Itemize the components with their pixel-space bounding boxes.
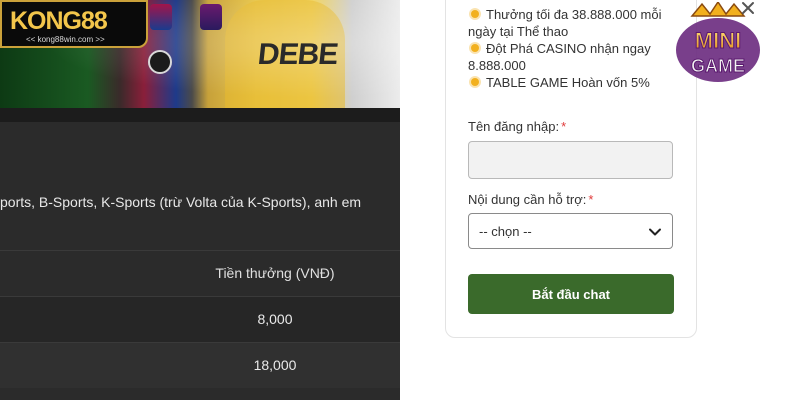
support-label: Nội dung cần hỗ trợ: *: [468, 192, 594, 207]
username-label: Tên đăng nhập: *: [468, 119, 567, 134]
username-input[interactable]: [468, 141, 673, 179]
promo-item: TABLE GAME Hoàn vốn 5%: [468, 74, 700, 91]
website-background: DEBE KONG88 << kong88win.com >> ports, B…: [0, 0, 400, 400]
promo-item: ngày tại Thể thao: [468, 24, 569, 39]
sun-icon: [468, 41, 482, 55]
spotify-icon: [148, 50, 172, 74]
required-mark: *: [561, 119, 567, 134]
table-cell-reward: 18,000: [253, 357, 297, 373]
start-chat-button[interactable]: Bắt đầu chat: [468, 274, 674, 314]
required-mark: *: [588, 192, 594, 207]
support-topic-select[interactable]: -- chọn --: [468, 213, 673, 249]
close-icon[interactable]: [738, 0, 758, 18]
logo-url: << kong88win.com >>: [26, 35, 105, 44]
sun-icon: [468, 75, 482, 89]
promo-item: Đột Phá CASINO nhận ngay: [468, 40, 700, 57]
chevron-down-icon: [649, 228, 661, 236]
mini-game-label-top: MINI: [695, 28, 741, 53]
table-row: 18,000: [0, 342, 400, 388]
promo-item: 8.888.000: [468, 58, 526, 73]
reward-table: Tiền thưởng (VNĐ) 8,000 18,000: [0, 250, 400, 388]
table-header-reward: Tiền thưởng (VNĐ): [215, 265, 335, 281]
article-text: ports, B-Sports, K-Sports (trừ Volta của…: [0, 194, 362, 210]
promo-list: Thưởng tối đa 38.888.000 mỗi ngày tại Th…: [468, 6, 700, 91]
table-header-row: Tiền thưởng (VNĐ): [0, 250, 400, 296]
club-badge-icon: [150, 4, 172, 30]
table-cell-reward: 8,000: [257, 311, 293, 327]
mini-game-label-bottom: GAME: [691, 56, 745, 76]
league-badge-icon: [200, 4, 222, 30]
article-content: ports, B-Sports, K-Sports (trừ Volta của…: [0, 108, 400, 400]
promo-cropped-line: [468, 0, 700, 4]
crown-icon: [690, 2, 746, 17]
logo-brand: KONG88: [10, 7, 108, 35]
table-row: 8,000: [0, 296, 400, 342]
support-topic-value: -- chọn --: [479, 224, 532, 239]
site-logo[interactable]: KONG88 << kong88win.com >>: [0, 0, 148, 48]
jersey-sponsor-text: DEBE: [256, 38, 340, 71]
sun-icon: [468, 7, 482, 21]
promo-item: Thưởng tối đa 38.888.000 mỗi: [468, 6, 700, 23]
